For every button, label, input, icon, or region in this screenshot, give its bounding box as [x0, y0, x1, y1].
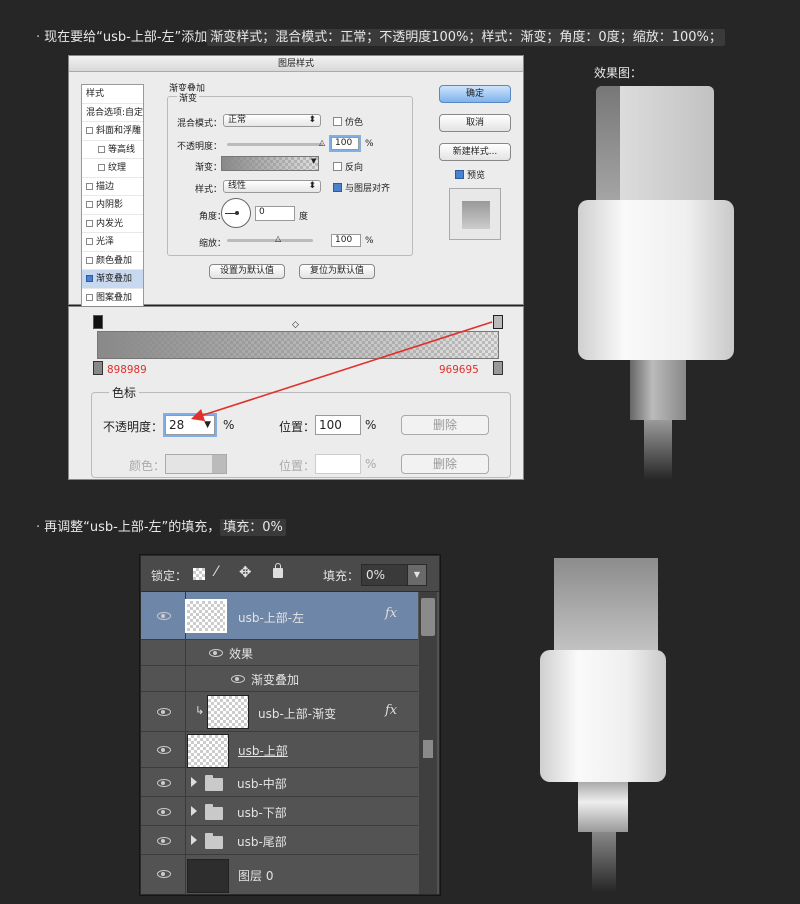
eye-icon[interactable] — [157, 808, 171, 816]
arrow-to-opacity — [194, 322, 492, 418]
effects-label: 效果 — [229, 645, 253, 662]
layer-row-usb-top-left[interactable]: usb-上部-左 fx — [141, 592, 418, 640]
layer-name: usb-上部-渐变 — [258, 705, 336, 722]
effects-row[interactable]: 效果 — [141, 640, 418, 666]
eye-icon[interactable] — [231, 675, 245, 683]
group-row-usb-middle[interactable]: usb-中部 — [141, 768, 418, 797]
eye-icon[interactable] — [157, 746, 171, 754]
group-name: usb-尾部 — [237, 833, 287, 850]
layer-thumbnail — [187, 859, 229, 893]
step2-text: ·再调整“usb-上部-左”的填充，填充：0% — [36, 516, 286, 535]
expand-triangle-icon[interactable] — [191, 777, 197, 787]
lock-icon[interactable] — [273, 568, 283, 578]
layers-panel: 锁定： ⁄ ✥ 填充： 0% ▼ usb-上部-左 fx 效果 渐变叠加 ↳ u… — [140, 555, 440, 895]
lock-label: 锁定： — [151, 567, 187, 584]
expand-triangle-icon[interactable] — [191, 835, 197, 845]
layer-name: 图层 0 — [238, 867, 273, 884]
fill-dropdown-icon[interactable]: ▼ — [407, 564, 427, 586]
eye-icon[interactable] — [209, 649, 223, 657]
lock-transparent-icon[interactable] — [193, 568, 205, 580]
eye-icon[interactable] — [157, 837, 171, 845]
eye-icon[interactable] — [157, 708, 171, 716]
gradient-overlay-row[interactable]: 渐变叠加 — [141, 666, 418, 692]
clip-arrow-icon: ↳ — [195, 704, 204, 717]
group-name: usb-中部 — [237, 775, 287, 792]
layer-name: usb-上部 — [238, 742, 288, 759]
layer-row-layer0[interactable]: 图层 0 — [141, 855, 418, 895]
fx-icon[interactable]: fx — [385, 606, 397, 621]
eye-icon[interactable] — [157, 612, 171, 620]
layer-row-usb-top[interactable]: usb-上部 — [141, 732, 418, 768]
expand-triangle-icon[interactable] — [191, 806, 197, 816]
layer-row-usb-top-gradient[interactable]: ↳ usb-上部-渐变 fx — [141, 692, 418, 732]
group-row-usb-tail[interactable]: usb-尾部 — [141, 826, 418, 855]
brush-icon[interactable]: ⁄ — [215, 564, 217, 580]
step2-text-a: 再调整“usb-上部-左”的填充， — [44, 520, 220, 535]
usb-preview-1 — [578, 82, 738, 472]
scroll-thumb[interactable] — [421, 598, 435, 636]
step2-text-b: 填充：0% — [220, 519, 286, 536]
fill-label: 填充： — [323, 567, 359, 584]
fx-icon[interactable]: fx — [385, 703, 397, 718]
group-row-usb-bottom[interactable]: usb-下部 — [141, 797, 418, 826]
fill-input[interactable]: 0% — [361, 564, 413, 586]
eye-icon[interactable] — [157, 779, 171, 787]
layers-header: 锁定： ⁄ ✥ 填充： 0% ▼ — [141, 556, 439, 592]
group-name: usb-下部 — [237, 804, 287, 821]
folder-icon — [205, 836, 223, 849]
folder-icon — [205, 807, 223, 820]
layer-name: usb-上部-左 — [238, 609, 304, 626]
layers-scrollbar[interactable] — [419, 592, 437, 894]
folder-icon — [205, 778, 223, 791]
usb-preview-2 — [540, 556, 680, 896]
scroll-thumb-2[interactable] — [423, 740, 433, 758]
eye-icon[interactable] — [157, 870, 171, 878]
layer-thumbnail — [185, 599, 227, 633]
layer-thumbnail — [187, 734, 229, 768]
gradient-overlay-label: 渐变叠加 — [251, 671, 299, 688]
effect-label: 效果图： — [594, 64, 642, 81]
move-icon[interactable]: ✥ — [239, 563, 252, 581]
layer-thumbnail — [207, 695, 249, 729]
